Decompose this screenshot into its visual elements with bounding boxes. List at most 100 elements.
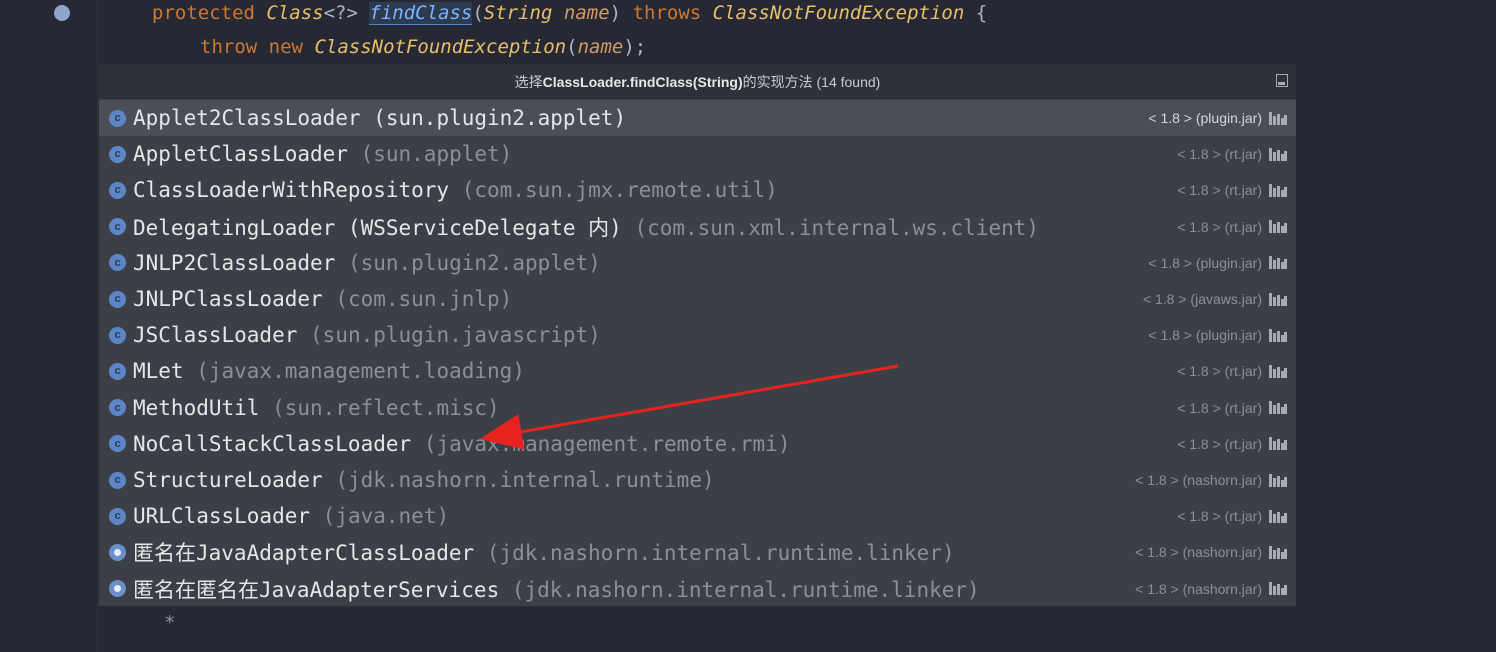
implementation-item[interactable]: c StructureLoader (jdk.nashorn.internal.r… — [99, 462, 1296, 498]
jar-icon-bar — [1284, 367, 1287, 378]
class-name: ClassLoaderWithRepository (com.sun.jmx.r… — [133, 178, 778, 202]
library-jar-icon — [1269, 545, 1287, 559]
package-name: (jdk.nashorn.internal.runtime.linker) — [486, 541, 955, 566]
jar-icon-bar — [1273, 115, 1276, 125]
library-label: < 1.8 > (rt.jar) — [1177, 363, 1262, 380]
class-name-text: NoCallStackClassLoader — [133, 431, 412, 456]
class-name-text: JNLPClassLoader — [133, 287, 323, 311]
implementation-item[interactable]: c Applet2ClassLoader (sun.plugin2.applet)… — [99, 100, 1296, 136]
package-name: (sun.plugin2.applet) — [373, 106, 627, 130]
jar-icon-bar — [1269, 183, 1272, 197]
jar-icon-bar — [1273, 368, 1276, 378]
jar-icon-bar — [1269, 328, 1272, 342]
package-name: (sun.plugin.javascript) — [310, 323, 601, 348]
jar-icon-bar — [1277, 547, 1280, 559]
class-icon: c — [109, 435, 126, 453]
implementation-item[interactable]: c JSClassLoader (sun.plugin.javascript) < … — [99, 317, 1296, 353]
implementation-item[interactable]: c NoCallStackClassLoader (javax.managemen… — [99, 426, 1296, 462]
class-icon: c — [109, 362, 126, 380]
class-name-text: JNLP2ClassLoader — [133, 250, 336, 275]
jar-icon-bar — [1277, 475, 1280, 487]
title-method: ClassLoader.findClass(String) — [542, 74, 743, 90]
class-name-text: 匿名在JavaAdapterClassLoader — [133, 541, 475, 566]
method-name-findclass[interactable]: findClass — [369, 2, 473, 25]
class-name: StructureLoader (jdk.nashorn.internal.ru… — [133, 468, 715, 492]
package-name: (java.net) — [322, 504, 450, 529]
class-icon: c — [109, 181, 126, 199]
package-name: (jdk.nashorn.internal.runtime) — [335, 468, 715, 492]
library-jar-icon — [1269, 147, 1287, 161]
jar-icon-bar — [1277, 330, 1280, 342]
implementation-item[interactable]: c DelegatingLoader (WSServiceDelegate 内) … — [99, 209, 1296, 245]
implementation-item[interactable]: 匿名在JavaAdapterClassLoader (jdk.nashorn.i… — [99, 534, 1296, 570]
anonymous-class-icon — [109, 580, 126, 598]
class-icon: c — [109, 507, 126, 525]
jar-icon-bar — [1277, 439, 1280, 451]
class-name: Applet2ClassLoader (sun.plugin2.applet) — [133, 106, 626, 130]
library-label: < 1.8 > (rt.jar) — [1177, 399, 1262, 416]
library-label: < 1.8 > (javaws.jar) — [1142, 291, 1262, 307]
class-name-text: Applet2ClassLoader — [133, 106, 361, 130]
implementation-item[interactable]: c JNLP2ClassLoader (sun.plugin2.applet) < … — [99, 245, 1296, 281]
library-jar-icon — [1269, 401, 1287, 415]
param-name: name — [563, 2, 610, 24]
jar-icon-bar — [1284, 295, 1287, 306]
jar-icon-bar — [1284, 259, 1287, 270]
library-label: < 1.8 > (plugin.jar) — [1148, 110, 1262, 126]
open-in-find-window-icon[interactable] — [1276, 74, 1288, 87]
class-name-text: StructureLoader — [133, 468, 323, 492]
class-icon: c — [109, 399, 126, 417]
library-label: < 1.8 > (plugin.jar) — [1148, 254, 1262, 271]
implementation-item[interactable]: 匿名在匿名在JavaAdapterServices (jdk.nashorn.i… — [99, 571, 1296, 607]
class-name: JNLP2ClassLoader (sun.plugin2.applet) — [133, 251, 601, 275]
jar-icon-bar — [1277, 113, 1280, 125]
class-name-text: AppletClassLoader — [133, 142, 348, 167]
library-label: < 1.8 > (rt.jar) — [1177, 435, 1262, 452]
package-name: (com.sun.jnlp) — [335, 287, 513, 311]
class-name: 匿名在JavaAdapterClassLoader (jdk.nashorn.i… — [133, 537, 955, 567]
title-suffix: 的实现方法 (14 found) — [742, 74, 881, 90]
implementation-item[interactable]: c MethodUtil (sun.reflect.misc) < 1.8 > (r… — [99, 390, 1296, 426]
implementation-item[interactable]: c URLClassLoader (java.net) < 1.8 > (rt.ja… — [99, 498, 1296, 534]
keyword-throw: throw — [200, 36, 258, 58]
title-prefix: 选择 — [514, 74, 543, 90]
jar-icon-bar — [1284, 512, 1287, 523]
class-icon: c — [109, 290, 126, 308]
class-name-text: DelegatingLoader (WSServiceDelegate 内) — [133, 215, 622, 240]
implementation-item[interactable]: c JNLPClassLoader (com.sun.jnlp) < 1.8 > (… — [99, 281, 1296, 317]
param-type: String — [483, 2, 553, 24]
implementation-item[interactable]: c MLet (javax.management.loading) < 1.8 > … — [99, 353, 1296, 389]
jar-icon-bar — [1284, 404, 1287, 415]
jar-icon-bar — [1277, 511, 1280, 523]
implemented-method-gutter-icon[interactable] — [54, 5, 70, 21]
jar-icon-bar — [1284, 223, 1287, 234]
class-name-text: MethodUtil — [133, 395, 260, 420]
class-name: 匿名在匿名在JavaAdapterServices (jdk.nashorn.i… — [133, 574, 980, 604]
jar-icon-bar — [1269, 509, 1272, 523]
keyword-protected: protected — [152, 2, 255, 24]
popup-title: 选择ClassLoader.findClass(String)的实现方法 (14… — [99, 65, 1296, 99]
class-name-text: JSClassLoader — [133, 323, 298, 348]
jar-icon-bar — [1273, 151, 1276, 161]
jar-icon-bar — [1284, 476, 1287, 487]
library-jar-icon — [1269, 220, 1287, 234]
type-class: Class — [266, 2, 324, 24]
choose-implementation-popup[interactable]: 选择ClassLoader.findClass(String)的实现方法 (14… — [98, 64, 1297, 607]
keyword-new: new — [268, 36, 303, 58]
library-jar-icon — [1269, 437, 1287, 451]
package-name: (com.sun.jmx.remote.util) — [461, 178, 778, 203]
class-name: MLet (javax.management.loading) — [133, 359, 525, 383]
class-name: DelegatingLoader (WSServiceDelegate 内) (… — [133, 212, 1039, 242]
library-jar-icon — [1269, 256, 1287, 270]
anonymous-class-icon — [109, 543, 126, 561]
package-name: (javax.management.remote.rmi) — [423, 431, 791, 456]
jar-icon-bar — [1273, 224, 1276, 234]
class-icon: c — [109, 109, 126, 127]
class-name: MethodUtil (sun.reflect.misc) — [133, 396, 500, 420]
jar-icon-bar — [1284, 150, 1287, 161]
jar-icon-bar — [1273, 332, 1276, 342]
implementation-item[interactable]: c AppletClassLoader (sun.applet) < 1.8 > (… — [99, 136, 1296, 172]
jar-icon-bar — [1277, 294, 1280, 306]
code-line-method-signature: protected Class<?> findClass(String name… — [152, 2, 987, 25]
implementation-item[interactable]: c ClassLoaderWithRepository (com.sun.jmx.… — [99, 172, 1296, 208]
